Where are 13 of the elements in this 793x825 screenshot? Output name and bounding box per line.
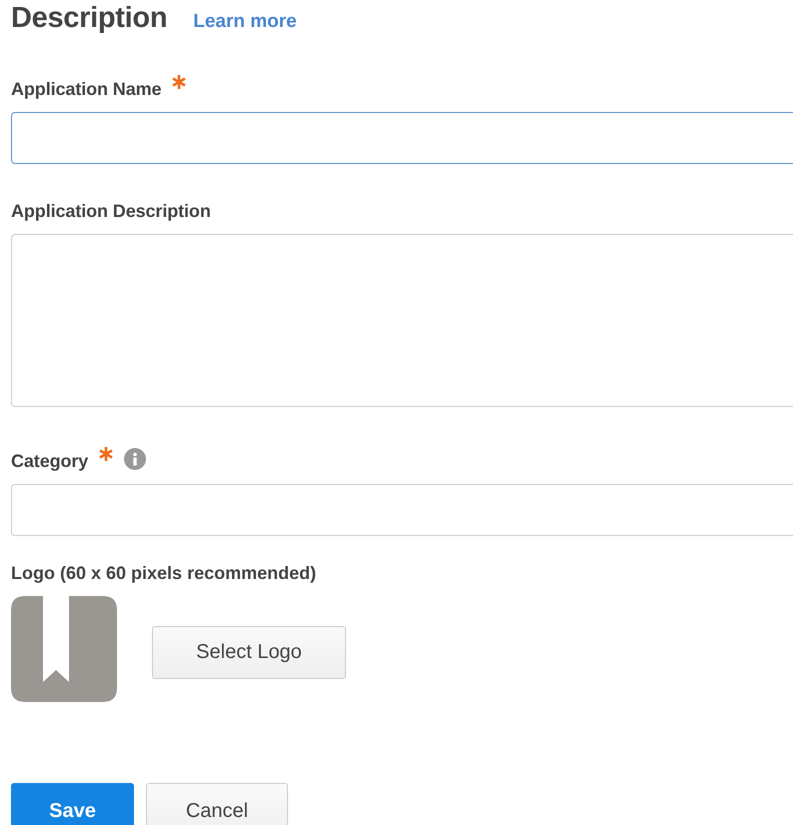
cancel-button[interactable]: Cancel [146, 783, 288, 825]
bookmark-logo-icon [11, 596, 117, 702]
input-field[interactable] [11, 112, 793, 164]
input-field[interactable] [11, 484, 793, 536]
select-logo-button[interactable]: Select Logo [152, 626, 346, 678]
learn-more-link[interactable]: Learn more [193, 11, 297, 33]
save-button[interactable]: Save [11, 783, 134, 825]
field-label: Application Name [11, 78, 162, 100]
field-label: Category [11, 450, 88, 472]
field-label: Application Description [11, 200, 211, 222]
logo-label: Logo (60 x 60 pixels recommended) [11, 562, 318, 584]
info-icon[interactable] [124, 448, 146, 470]
section-title: Description [11, 2, 168, 35]
